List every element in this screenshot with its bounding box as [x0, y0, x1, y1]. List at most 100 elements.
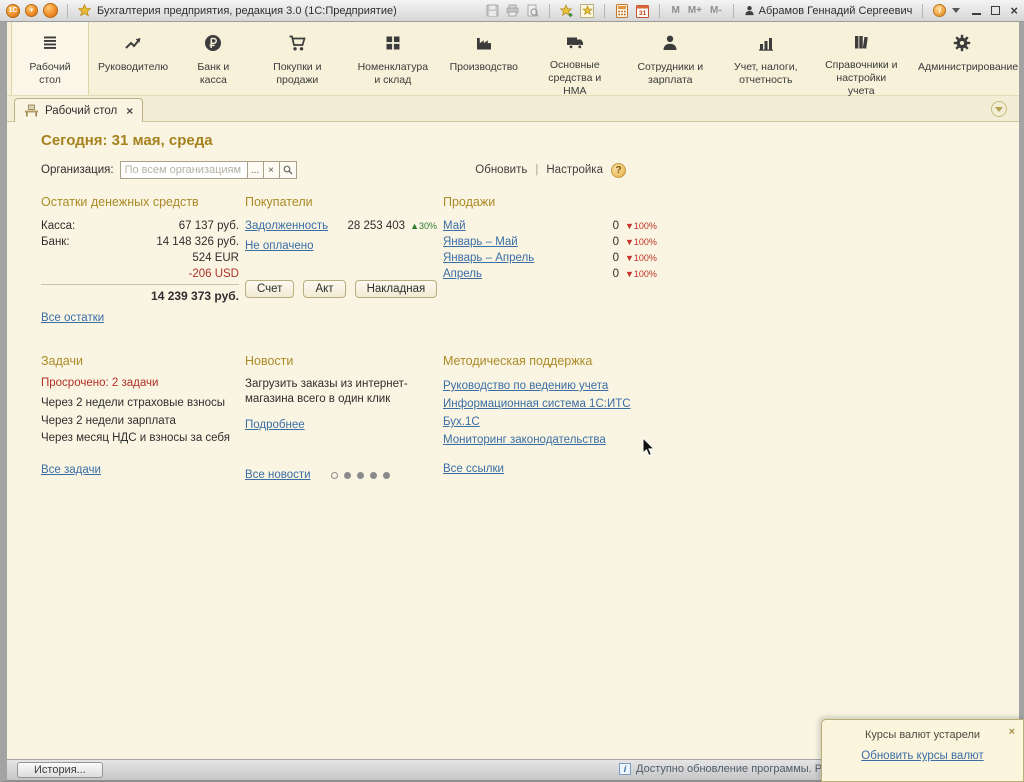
chevron-down-icon[interactable]: [952, 8, 961, 13]
task-item: Через месяц НДС и взносы за себя: [41, 432, 230, 444]
memory-m-plus-button[interactable]: M+: [687, 5, 703, 16]
save-icon[interactable]: [485, 4, 499, 18]
favorites-list-icon[interactable]: [580, 3, 595, 18]
ribbon-section-production[interactable]: Производство: [441, 22, 527, 95]
app-window: 1С ▼ Бухгалтерия предприятия, редакция 3…: [0, 0, 1024, 782]
user-name: Абрамов Геннадий Сергеевич: [758, 4, 913, 17]
sales-period-link[interactable]: Май: [443, 218, 466, 234]
minimize-button[interactable]: [972, 7, 982, 15]
desktop-menu-icon: [40, 32, 60, 54]
ribbon-section-desktop[interactable]: Рабочий стол: [11, 22, 90, 95]
balance-row: Касса: 67 137 руб.: [41, 218, 239, 234]
tab-list-chevron-button[interactable]: [991, 101, 1007, 117]
widget-title: Новости: [245, 354, 294, 368]
calendar-icon[interactable]: 31: [635, 4, 649, 18]
waybill-button[interactable]: Накладная: [354, 280, 438, 298]
debt-link[interactable]: Задолженность: [245, 218, 328, 234]
support-link-monitoring[interactable]: Мониторинг законодательства: [443, 431, 661, 449]
support-link-buh1c[interactable]: Бух.1С: [443, 413, 661, 431]
add-favorite-icon[interactable]: [560, 3, 574, 18]
all-tasks-link[interactable]: Все задачи: [41, 464, 101, 476]
titlebar-separator: [604, 3, 606, 18]
refresh-button[interactable]: Обновить: [475, 164, 527, 176]
gear-icon: [952, 32, 972, 54]
ribbon-section-directories[interactable]: Справочники и настройки учета: [814, 22, 910, 97]
settings-button[interactable]: Настройка: [546, 164, 603, 176]
ribbon-section-fixed-assets[interactable]: Основные средства и НМА: [527, 22, 623, 97]
ribbon-section-administration[interactable]: Администрирование: [909, 22, 1018, 95]
act-button[interactable]: Акт: [303, 280, 346, 298]
news-pagination-dot[interactable]: [343, 471, 351, 479]
organization-clear-button[interactable]: ×: [263, 161, 280, 179]
organization-more-button[interactable]: ...: [247, 161, 264, 179]
widget-title: Методическая поддержка: [443, 354, 593, 368]
sales-period-link[interactable]: Январь – Май: [443, 234, 518, 250]
status-info-icon: i: [619, 763, 631, 775]
help-icon[interactable]: ?: [611, 162, 626, 178]
ribbon-section-label: Рабочий стол: [29, 61, 71, 86]
widgets-grid: Остатки денежных средств Касса: 67 137 р…: [41, 195, 1019, 481]
ribbon-section-bank-cash[interactable]: Банк и касса: [177, 22, 249, 95]
print-icon[interactable]: [505, 4, 519, 18]
sales-value: 0: [612, 220, 619, 232]
favorites-star-icon[interactable]: [77, 4, 91, 18]
all-news-link[interactable]: Все новости: [245, 469, 311, 481]
unpaid-link[interactable]: Не оплачено: [245, 238, 314, 254]
debt-value: 28 253 403: [347, 220, 406, 232]
actions-separator: |: [535, 164, 539, 176]
ribbon-section-purchases-sales[interactable]: Покупки и продажи: [250, 22, 346, 95]
news-pagination-dot[interactable]: [382, 471, 390, 479]
ribbon-section-employees[interactable]: Сотрудники и зарплата: [623, 22, 719, 95]
tab-desktop[interactable]: Рабочий стол ×: [14, 98, 144, 122]
restore-button[interactable]: [991, 6, 1001, 15]
current-user[interactable]: Абрамов Геннадий Сергеевич: [744, 4, 913, 17]
tab-close-icon[interactable]: ×: [126, 104, 133, 118]
window-body: Рабочий стол Руководителю Банк и касса П…: [0, 22, 1024, 782]
task-item: Через 2 недели страховые взносы: [41, 397, 226, 409]
ribbon-section-accounting-reports[interactable]: Учет, налоги, отчетность: [718, 22, 814, 95]
trend-icon: [123, 32, 143, 54]
news-pagination-dot[interactable]: [330, 471, 338, 479]
ribbon-section-nomenclature[interactable]: Номенклатура и склад: [345, 22, 441, 95]
print-preview-icon[interactable]: [525, 4, 539, 18]
news-more-link[interactable]: Подробнее: [245, 419, 305, 431]
widget-tasks: Задачи Просрочено: 2 задачи Через 2 неде…: [41, 354, 239, 481]
memory-m-button[interactable]: M: [670, 5, 680, 16]
memory-m-minus-button[interactable]: M-: [709, 5, 723, 16]
app-round-button[interactable]: [43, 3, 58, 18]
widget-support: Методическая поддержка Руководство по ве…: [443, 354, 661, 481]
news-text: Загрузить заказы из интернет-магазина вс…: [245, 378, 408, 405]
quick-menu-button[interactable]: ▼: [25, 4, 38, 17]
calculator-icon[interactable]: [615, 3, 629, 18]
sales-period-link[interactable]: Январь – Апрель: [443, 250, 534, 266]
history-button[interactable]: История...: [17, 762, 103, 778]
sales-change-badge: ▼100%: [625, 221, 657, 231]
news-pagination-dot[interactable]: [356, 471, 364, 479]
currency-notification: Курсы валют устарели × Обновить курсы ва…: [821, 719, 1024, 782]
ribbon-section-label: Учет, налоги, отчетность: [734, 61, 798, 86]
news-pagination-dot[interactable]: [369, 471, 377, 479]
close-button[interactable]: ×: [1010, 4, 1018, 17]
ribbon-section-manager[interactable]: Руководителю: [89, 22, 177, 95]
sales-period-link[interactable]: Апрель: [443, 266, 482, 282]
organization-input[interactable]: [119, 161, 248, 179]
ribbon-section-label: Покупки и продажи: [273, 61, 322, 86]
titlebar-separator: [659, 3, 661, 18]
all-balances-link[interactable]: Все остатки: [41, 312, 104, 324]
debt-row: Задолженность 28 253 403 ▲30%: [245, 218, 437, 234]
sales-change-badge: ▼100%: [625, 253, 657, 263]
titlebar-separator: [67, 3, 68, 18]
support-link-guide[interactable]: Руководство по ведению учета: [443, 377, 661, 395]
support-link-its[interactable]: Информационная система 1С:ИТС: [443, 395, 661, 413]
organization-search-button[interactable]: [279, 161, 297, 179]
ribbon-nav: Рабочий стол Руководителю Банк и касса П…: [7, 22, 1019, 97]
tab-bar: Рабочий стол ×: [7, 96, 1019, 122]
notification-close-icon[interactable]: ×: [1009, 726, 1015, 738]
all-links-link[interactable]: Все ссылки: [443, 463, 504, 475]
update-rates-link[interactable]: Обновить курсы валют: [822, 750, 1023, 762]
ribbon-section-label: Производство: [449, 61, 519, 73]
info-icon[interactable]: i: [933, 4, 947, 17]
main-menu-button[interactable]: 1С: [6, 3, 20, 18]
invoice-button[interactable]: Счет: [245, 280, 295, 298]
sales-row: Январь – Май 0 ▼100%: [443, 234, 661, 250]
